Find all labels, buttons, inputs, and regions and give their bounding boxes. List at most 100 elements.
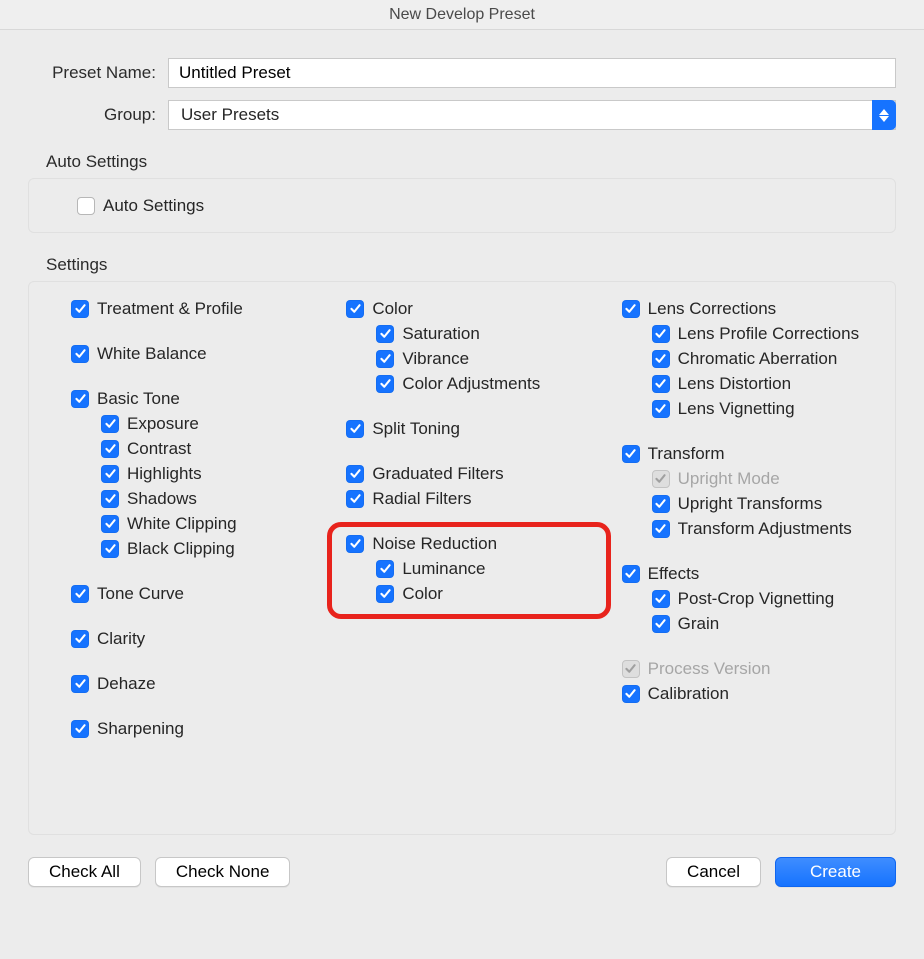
post_crop_vignetting-label: Post-Crop Vignetting xyxy=(678,586,835,611)
highlights-label: Highlights xyxy=(127,461,202,486)
nr_color-checkbox[interactable] xyxy=(376,585,394,603)
settings-panel: Treatment & Profile White Balance Basic To… xyxy=(28,281,896,835)
color-label: Color xyxy=(372,296,413,321)
post_crop_vignetting-checkbox[interactable] xyxy=(652,590,670,608)
color_adjustments-label: Color Adjustments xyxy=(402,371,540,396)
white_clipping-checkbox[interactable] xyxy=(101,515,119,533)
color-checkbox[interactable] xyxy=(346,300,364,318)
dehaze-group: Dehaze xyxy=(71,671,326,696)
settings-column-1: Treatment & Profile White Balance Basic To… xyxy=(47,296,326,816)
calibration-group: Calibration xyxy=(622,681,877,706)
split_toning-group: Split Toning xyxy=(346,416,601,441)
tone_curve-group: Tone Curve xyxy=(71,581,326,606)
create-button[interactable]: Create xyxy=(775,857,896,887)
graduated_filters-label: Graduated Filters xyxy=(372,461,503,486)
white_balance-checkbox[interactable] xyxy=(71,345,89,363)
highlights-checkbox[interactable] xyxy=(101,465,119,483)
group-select[interactable]: User Presets xyxy=(168,100,896,130)
lens_profile_corrections-label: Lens Profile Corrections xyxy=(678,321,859,346)
lens_distortion-checkbox[interactable] xyxy=(652,375,670,393)
auto-settings-checkbox[interactable] xyxy=(77,197,95,215)
transform-label: Transform xyxy=(648,441,725,466)
white_balance-group: White Balance xyxy=(71,341,326,366)
lens_corrections-label: Lens Corrections xyxy=(648,296,777,321)
chevron-up-down-icon xyxy=(872,100,896,130)
treatment_profile-label: Treatment & Profile xyxy=(97,296,243,321)
tone_curve-label: Tone Curve xyxy=(97,581,184,606)
treatment_profile-checkbox[interactable] xyxy=(71,300,89,318)
grain-label: Grain xyxy=(678,611,720,636)
effects-group: EffectsPost-Crop VignettingGrain xyxy=(622,561,877,636)
basic_tone-checkbox[interactable] xyxy=(71,390,89,408)
process_version-checkbox xyxy=(622,660,640,678)
basic_tone-label: Basic Tone xyxy=(97,386,180,411)
upright_transforms-checkbox[interactable] xyxy=(652,495,670,513)
upright_transforms-label: Upright Transforms xyxy=(678,491,823,516)
chromatic_aberration-label: Chromatic Aberration xyxy=(678,346,838,371)
exposure-checkbox[interactable] xyxy=(101,415,119,433)
check-none-button[interactable]: Check None xyxy=(155,857,291,887)
radial_filters-checkbox[interactable] xyxy=(346,490,364,508)
basic_tone-group: Basic ToneExposureContrastHighlightsShad… xyxy=(71,386,326,561)
lens_corrections-checkbox[interactable] xyxy=(622,300,640,318)
upright_mode-checkbox xyxy=(652,470,670,488)
contrast-checkbox[interactable] xyxy=(101,440,119,458)
cancel-button[interactable]: Cancel xyxy=(666,857,761,887)
window-title: New Develop Preset xyxy=(0,0,924,30)
dehaze-label: Dehaze xyxy=(97,671,156,696)
effects-checkbox[interactable] xyxy=(622,565,640,583)
calibration-label: Calibration xyxy=(648,681,729,706)
shadows-checkbox[interactable] xyxy=(101,490,119,508)
transform-group: TransformUpright ModeUpright TransformsT… xyxy=(622,441,877,541)
transform_adjustments-checkbox[interactable] xyxy=(652,520,670,538)
group-select-value: User Presets xyxy=(181,105,279,125)
clarity-checkbox[interactable] xyxy=(71,630,89,648)
transform-checkbox[interactable] xyxy=(622,445,640,463)
black_clipping-checkbox[interactable] xyxy=(101,540,119,558)
noise_reduction-group: Noise ReductionLuminanceColor xyxy=(346,531,601,606)
dehaze-checkbox[interactable] xyxy=(71,675,89,693)
treatment_profile-group: Treatment & Profile xyxy=(71,296,326,321)
clarity-group: Clarity xyxy=(71,626,326,651)
effects-label: Effects xyxy=(648,561,700,586)
contrast-label: Contrast xyxy=(127,436,191,461)
graduated_filters-group: Graduated Filters xyxy=(346,461,601,486)
white_balance-label: White Balance xyxy=(97,341,207,366)
upright_mode-label: Upright Mode xyxy=(678,466,780,491)
lens_vignetting-label: Lens Vignetting xyxy=(678,396,795,421)
calibration-checkbox[interactable] xyxy=(622,685,640,703)
chromatic_aberration-checkbox[interactable] xyxy=(652,350,670,368)
saturation-label: Saturation xyxy=(402,321,480,346)
nr_luminance-label: Luminance xyxy=(402,556,485,581)
color_adjustments-checkbox[interactable] xyxy=(376,375,394,393)
preset-name-input[interactable] xyxy=(168,58,896,88)
lens_profile_corrections-checkbox[interactable] xyxy=(652,325,670,343)
preset-name-label: Preset Name: xyxy=(28,63,168,83)
vibrance-checkbox[interactable] xyxy=(376,350,394,368)
saturation-checkbox[interactable] xyxy=(376,325,394,343)
sharpening-label: Sharpening xyxy=(97,716,184,741)
lens_vignetting-checkbox[interactable] xyxy=(652,400,670,418)
split_toning-label: Split Toning xyxy=(372,416,460,441)
nr_luminance-checkbox[interactable] xyxy=(376,560,394,578)
sharpening-group: Sharpening xyxy=(71,716,326,741)
settings-column-2: ColorSaturationVibranceColor Adjustments… xyxy=(346,296,601,816)
nr_color-label: Color xyxy=(402,581,443,606)
auto-settings-checkbox-label: Auto Settings xyxy=(103,193,204,218)
tone_curve-checkbox[interactable] xyxy=(71,585,89,603)
settings-section-title: Settings xyxy=(28,255,896,275)
grain-checkbox[interactable] xyxy=(652,615,670,633)
process_version-group: Process Version xyxy=(622,656,877,681)
split_toning-checkbox[interactable] xyxy=(346,420,364,438)
vibrance-label: Vibrance xyxy=(402,346,469,371)
graduated_filters-checkbox[interactable] xyxy=(346,465,364,483)
check-all-button[interactable]: Check All xyxy=(28,857,141,887)
auto-settings-section-title: Auto Settings xyxy=(28,152,896,172)
sharpening-checkbox[interactable] xyxy=(71,720,89,738)
clarity-label: Clarity xyxy=(97,626,145,651)
transform_adjustments-label: Transform Adjustments xyxy=(678,516,852,541)
noise_reduction-label: Noise Reduction xyxy=(372,531,497,556)
noise_reduction-checkbox[interactable] xyxy=(346,535,364,553)
white_clipping-label: White Clipping xyxy=(127,511,237,536)
process_version-label: Process Version xyxy=(648,656,771,681)
